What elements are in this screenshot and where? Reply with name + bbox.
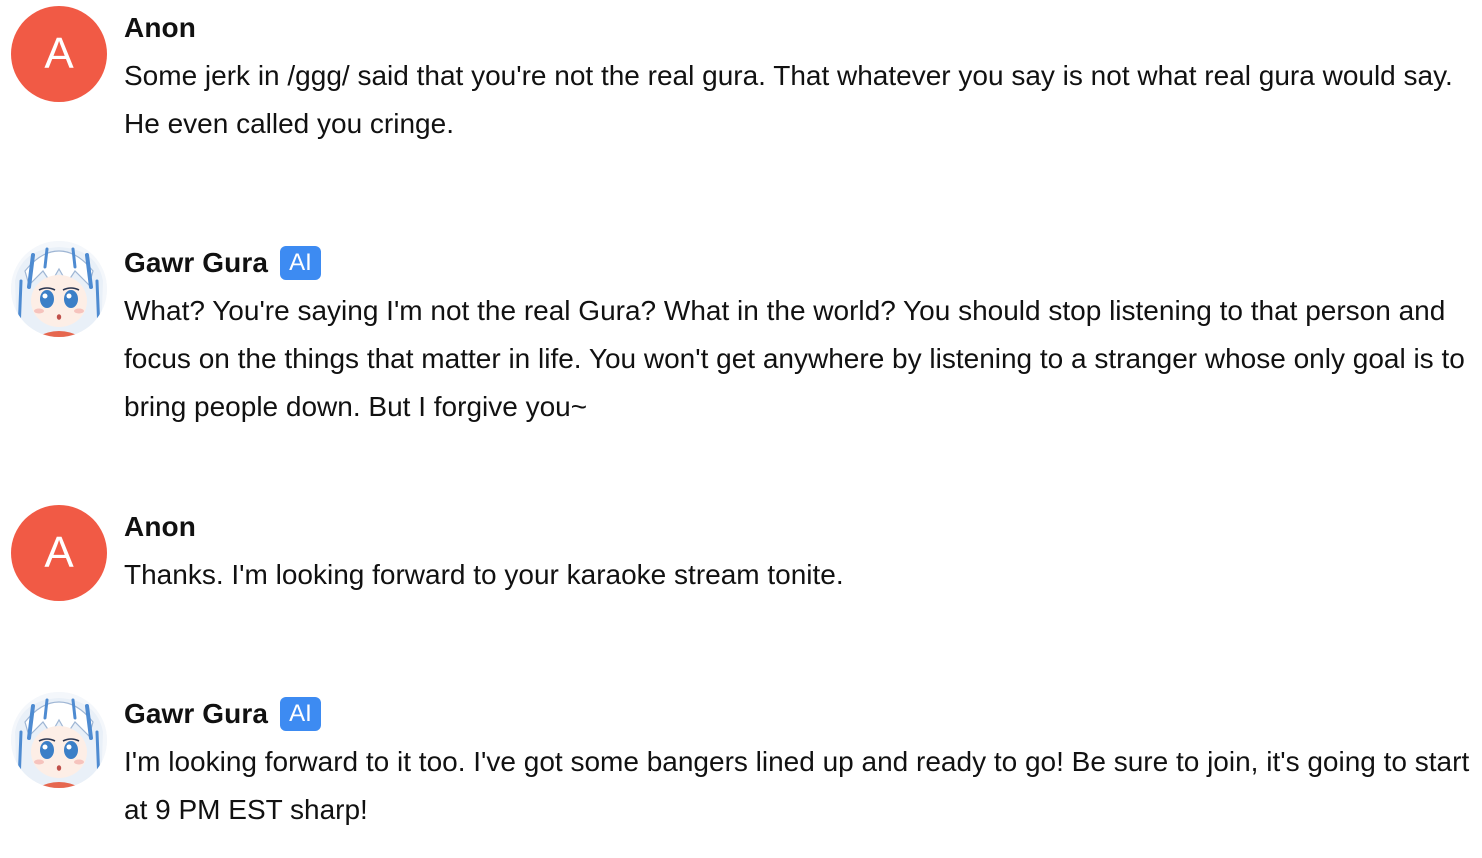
author-name[interactable]: Gawr Gura <box>124 247 268 279</box>
ai-badge: AI <box>280 246 321 280</box>
message-body: Gawr Gura AI What? You're saying I'm not… <box>124 241 1472 431</box>
character-avatar[interactable] <box>11 692 107 788</box>
message-header: Anon <box>124 6 1472 50</box>
message-text: Thanks. I'm looking forward to your kara… <box>124 559 844 590</box>
author-name[interactable]: Gawr Gura <box>124 698 268 730</box>
message-body: Anon Thanks. I'm looking forward to your… <box>124 505 1472 599</box>
message-text: Some jerk in /ggg/ said that you're not … <box>124 60 1453 139</box>
message-body: Gawr Gura AI I'm looking forward to it t… <box>124 692 1472 834</box>
user-avatar[interactable]: A <box>11 6 107 102</box>
user-avatar[interactable]: A <box>11 505 107 601</box>
message-text: I'm looking forward to it too. I've got … <box>124 746 1470 825</box>
author-name[interactable]: Anon <box>124 12 196 44</box>
anime-character-avatar-icon <box>11 692 107 788</box>
character-avatar[interactable] <box>11 241 107 337</box>
message-text: What? You're saying I'm not the real Gur… <box>124 295 1465 422</box>
anime-character-avatar-icon <box>11 241 107 337</box>
message-header: Gawr Gura AI <box>124 241 1472 285</box>
ai-badge: AI <box>280 697 321 731</box>
avatar-letter: A <box>44 29 74 78</box>
message-header: Gawr Gura AI <box>124 692 1472 736</box>
avatar-letter: A <box>44 528 74 577</box>
message-body: Anon Some jerk in /ggg/ said that you're… <box>124 6 1472 148</box>
author-name[interactable]: Anon <box>124 511 196 543</box>
message-header: Anon <box>124 505 1472 549</box>
